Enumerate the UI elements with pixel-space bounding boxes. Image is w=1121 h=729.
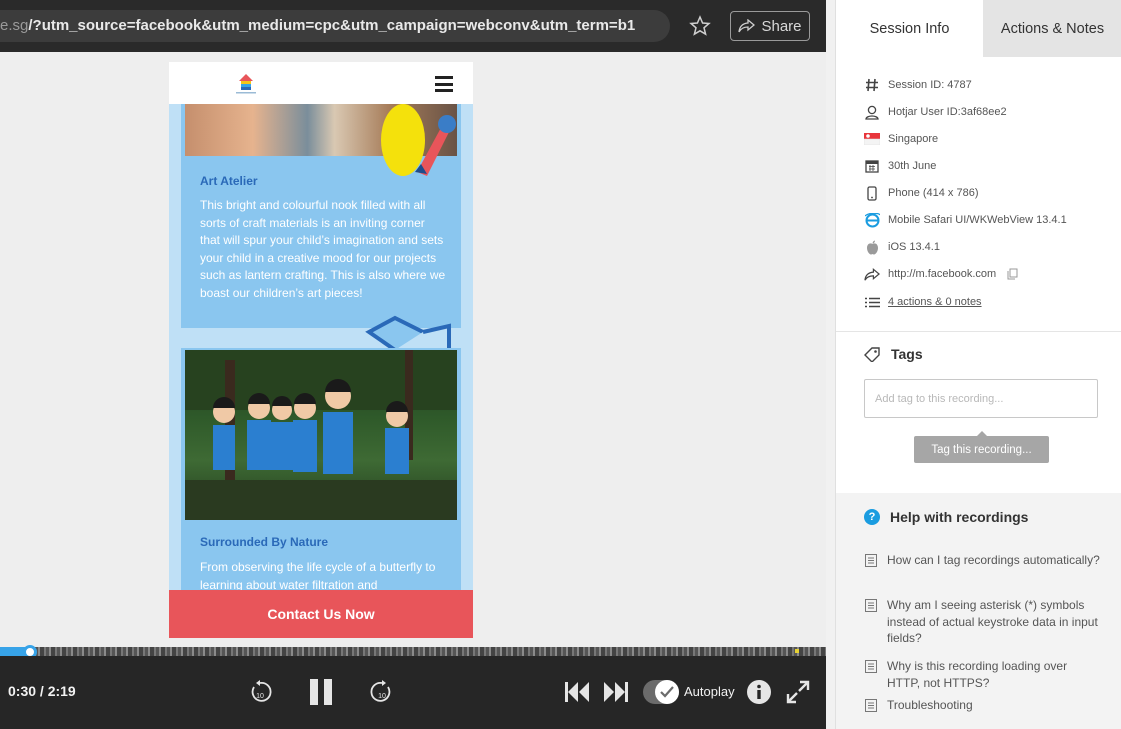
playback-timeline[interactable] bbox=[0, 645, 826, 659]
country-row: Singapore bbox=[864, 131, 938, 147]
autoplay-label: Autoplay bbox=[684, 684, 735, 699]
user-id: Hotjar User ID:3af68ee2 bbox=[888, 106, 1007, 118]
browser-icon bbox=[864, 212, 880, 228]
device: Phone (414 x 786) bbox=[888, 187, 979, 199]
browser: Mobile Safari UI/WKWebView 13.4.1 bbox=[888, 214, 1067, 226]
tags-title: Tags bbox=[891, 346, 923, 362]
hash-icon bbox=[864, 77, 880, 93]
calendar-icon bbox=[864, 158, 880, 174]
user-id-row: Hotjar User ID:3af68ee2 bbox=[864, 104, 1007, 120]
share-button[interactable]: Share bbox=[730, 11, 810, 41]
share-icon bbox=[738, 19, 756, 33]
help-link-text: Why is this recording loading over HTTP,… bbox=[887, 659, 1068, 690]
contact-us-button[interactable]: Contact Us Now bbox=[169, 590, 473, 638]
referrer-icon bbox=[864, 266, 880, 282]
actions-row: 4 actions & 0 notes bbox=[864, 294, 982, 310]
children-photo bbox=[185, 350, 457, 520]
card-title: Surrounded By Nature bbox=[200, 535, 329, 549]
help-heading: ? Help with recordings bbox=[864, 509, 1028, 525]
hamburger-menu-icon[interactable] bbox=[435, 76, 453, 92]
copy-icon[interactable] bbox=[1004, 266, 1020, 282]
document-icon bbox=[865, 699, 877, 712]
pause-icon[interactable] bbox=[309, 679, 333, 705]
rewind-10-icon[interactable]: 10 bbox=[248, 679, 272, 705]
date: 30th June bbox=[888, 160, 937, 172]
document-icon bbox=[865, 554, 877, 567]
os-row: iOS 13.4.1 bbox=[864, 239, 940, 255]
session-sidebar: Session Info Actions & Notes Session ID:… bbox=[835, 0, 1121, 729]
playback-time: 0:30 / 2:19 bbox=[8, 683, 76, 699]
divider bbox=[836, 331, 1121, 332]
paint-palette-icon bbox=[381, 104, 456, 176]
device-row: Phone (414 x 786) bbox=[864, 185, 979, 201]
tag-input[interactable] bbox=[864, 379, 1098, 418]
school-logo-icon[interactable] bbox=[233, 71, 259, 95]
player-pane: e.sg/?utm_source=facebook&utm_medium=cpc… bbox=[0, 0, 826, 729]
recording-viewer: e.sg/?utm_source=facebook&utm_medium=cpc… bbox=[0, 0, 1121, 729]
check-icon bbox=[655, 680, 679, 704]
tag-icon bbox=[864, 346, 880, 362]
fullscreen-icon[interactable] bbox=[786, 680, 810, 704]
help-link-text: Troubleshooting bbox=[887, 698, 973, 712]
help-link-troubleshooting[interactable]: Troubleshooting bbox=[864, 697, 1102, 714]
actions-notes-link[interactable]: 4 actions & 0 notes bbox=[888, 296, 982, 308]
document-icon bbox=[865, 660, 877, 673]
help-link-text: Why am I seeing asterisk (*) symbols ins… bbox=[887, 598, 1098, 645]
help-section: ? Help with recordings How can I tag rec… bbox=[836, 493, 1121, 729]
card-text: This bright and colourful nook filled wi… bbox=[200, 198, 446, 300]
os: iOS 13.4.1 bbox=[888, 241, 940, 253]
player-topbar: e.sg/?utm_source=facebook&utm_medium=cpc… bbox=[0, 0, 826, 52]
referrer[interactable]: http://m.facebook.com bbox=[888, 268, 996, 280]
tab-session-info[interactable]: Session Info bbox=[836, 0, 983, 57]
help-link-tag-automatically[interactable]: How can I tag recordings automatically? bbox=[864, 552, 1102, 569]
session-id: Session ID: 4787 bbox=[888, 79, 972, 91]
next-page-icon[interactable] bbox=[604, 682, 628, 702]
apple-icon bbox=[864, 239, 880, 255]
flag-icon bbox=[864, 131, 880, 147]
card-text: From observing the life cycle of a butte… bbox=[200, 560, 436, 592]
help-link-text: How can I tag recordings automatically? bbox=[887, 553, 1100, 567]
previous-page-icon[interactable] bbox=[565, 682, 589, 702]
site-header bbox=[169, 62, 473, 104]
help-link-http[interactable]: Why is this recording loading over HTTP,… bbox=[864, 658, 1102, 691]
autoplay-toggle[interactable] bbox=[643, 680, 679, 704]
tags-heading: Tags bbox=[864, 346, 923, 362]
help-title: Help with recordings bbox=[890, 509, 1029, 525]
country: Singapore bbox=[888, 133, 939, 145]
card-title: Art Atelier bbox=[200, 174, 258, 188]
referrer-row: http://m.facebook.com bbox=[864, 266, 1020, 282]
url-bar[interactable]: e.sg/?utm_source=facebook&utm_medium=cpc… bbox=[0, 10, 670, 42]
player-controls: 0:30 / 2:19 10 10 Autoplay bbox=[0, 656, 826, 729]
sidebar-tabs: Session Info Actions & Notes bbox=[836, 0, 1121, 57]
tab-actions-notes[interactable]: Actions & Notes bbox=[983, 0, 1121, 57]
help-link-asterisk[interactable]: Why am I seeing asterisk (*) symbols ins… bbox=[864, 597, 1102, 647]
help-icon: ? bbox=[864, 509, 880, 525]
forward-10-label: 10 bbox=[378, 693, 386, 700]
forward-10-icon[interactable]: 10 bbox=[370, 679, 394, 705]
info-icon[interactable] bbox=[747, 680, 771, 704]
art-atelier-card: Art Atelier This bright and colourful no… bbox=[181, 104, 461, 328]
document-icon bbox=[865, 599, 877, 612]
browser-row: Mobile Safari UI/WKWebView 13.4.1 bbox=[864, 212, 1067, 228]
recorded-page: Art Atelier This bright and colourful no… bbox=[169, 62, 473, 638]
phone-icon bbox=[864, 185, 880, 201]
tag-recording-button[interactable]: Tag this recording... bbox=[914, 436, 1049, 463]
url-domain: e.sg bbox=[0, 17, 29, 34]
rewind-10-label: 10 bbox=[256, 693, 264, 700]
timeline-event-marker[interactable] bbox=[795, 649, 799, 653]
date-row: 30th June bbox=[864, 158, 936, 174]
list-icon bbox=[864, 294, 880, 310]
session-id-row: Session ID: 4787 bbox=[864, 77, 972, 93]
url-path: /?utm_source=facebook&utm_medium=cpc&utm… bbox=[28, 17, 636, 34]
user-icon bbox=[864, 104, 880, 120]
star-icon[interactable] bbox=[688, 14, 712, 38]
share-label: Share bbox=[761, 17, 802, 35]
